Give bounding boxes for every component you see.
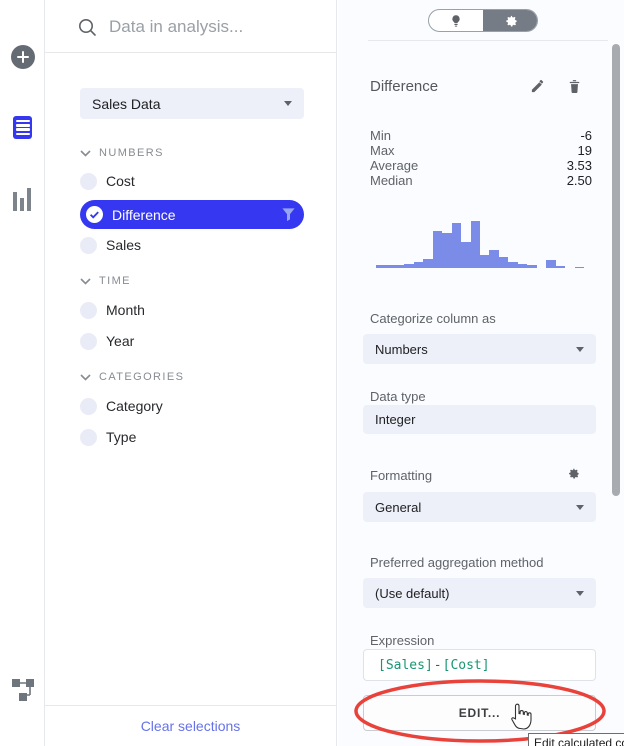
formatting-select[interactable]: General bbox=[363, 492, 596, 522]
recommendations-toggle[interactable] bbox=[429, 10, 483, 31]
summary-statistics: Min -6 Max 19 Average 3.53 Median 2.50 bbox=[370, 128, 592, 188]
column-item-category[interactable]: Category bbox=[80, 392, 163, 420]
aggregation-label: Preferred aggregation method bbox=[370, 555, 543, 570]
data-canvas-icon bbox=[11, 677, 35, 702]
stat-value: -6 bbox=[580, 128, 592, 143]
datatype-label: Data type bbox=[370, 389, 426, 404]
lightbulb-icon bbox=[449, 14, 463, 28]
aggregation-select[interactable]: (Use default) bbox=[363, 578, 596, 608]
check-circle-icon bbox=[86, 206, 103, 223]
column-label: Month bbox=[106, 302, 145, 318]
formatting-value: General bbox=[375, 500, 421, 515]
edit-pencil-icon[interactable] bbox=[530, 79, 545, 94]
search-bar bbox=[45, 0, 336, 53]
expression-operator-token: - bbox=[433, 658, 443, 673]
column-bullet bbox=[80, 398, 97, 415]
column-bullet bbox=[80, 302, 97, 319]
column-title: Difference bbox=[370, 78, 438, 95]
tooltip: Edit calculated co bbox=[528, 733, 624, 746]
expression-column-token: [Cost] bbox=[443, 658, 490, 673]
chevron-down-icon bbox=[576, 505, 584, 510]
stat-row: Min -6 bbox=[370, 128, 592, 143]
visualization-types-button[interactable] bbox=[0, 187, 45, 211]
formatting-label: Formatting bbox=[370, 468, 432, 483]
trash-icon[interactable] bbox=[567, 79, 582, 95]
section-label: NUMBERS bbox=[99, 147, 164, 159]
bar-chart-icon bbox=[13, 187, 32, 211]
column-label: Cost bbox=[106, 173, 135, 189]
data-table-selector[interactable]: Sales Data bbox=[80, 88, 304, 119]
formatting-gear-icon[interactable] bbox=[566, 466, 580, 480]
data-list-icon bbox=[13, 116, 32, 139]
column-bullet bbox=[80, 333, 97, 350]
panel-footer: Clear selections bbox=[45, 705, 336, 746]
categorize-label: Categorize column as bbox=[370, 311, 496, 326]
column-label: Type bbox=[106, 429, 136, 445]
column-bullet bbox=[80, 173, 97, 190]
expression-column-token: [Sales] bbox=[378, 658, 433, 673]
datatype-value: Integer bbox=[375, 412, 415, 427]
stat-value: 2.50 bbox=[567, 173, 592, 188]
divider bbox=[368, 40, 608, 41]
chevron-down-icon bbox=[284, 101, 292, 106]
column-item-month[interactable]: Month bbox=[80, 296, 145, 324]
column-label: Year bbox=[106, 333, 134, 349]
chevron-down-icon bbox=[80, 374, 91, 381]
column-item-year[interactable]: Year bbox=[80, 327, 134, 355]
stat-label: Median bbox=[370, 173, 413, 188]
column-label: Difference bbox=[112, 207, 176, 223]
data-in-analysis-tab[interactable] bbox=[0, 116, 45, 139]
left-icon-rail bbox=[0, 0, 45, 746]
chevron-down-icon bbox=[576, 347, 584, 352]
search-input[interactable] bbox=[109, 12, 309, 42]
stat-value: 3.53 bbox=[567, 158, 592, 173]
plus-icon bbox=[11, 45, 35, 69]
gear-icon bbox=[503, 13, 518, 28]
properties-toggle[interactable] bbox=[483, 10, 537, 31]
column-details-panel: Difference Min -6 Max 19 bbox=[338, 0, 624, 746]
column-item-type[interactable]: Type bbox=[80, 423, 136, 451]
stat-row: Average 3.53 bbox=[370, 158, 592, 173]
expression-label: Expression bbox=[370, 633, 434, 648]
stat-label: Average bbox=[370, 158, 418, 173]
chevron-down-icon bbox=[80, 150, 91, 157]
section-label: CATEGORIES bbox=[99, 371, 184, 383]
column-item-sales[interactable]: Sales bbox=[80, 231, 141, 259]
section-header-numbers[interactable]: NUMBERS bbox=[80, 143, 164, 163]
panel-mode-toggle bbox=[428, 9, 538, 32]
stat-row: Median 2.50 bbox=[370, 173, 592, 188]
data-panel: Sales Data NUMBERS Cost Difference Sales bbox=[45, 0, 337, 746]
histogram bbox=[376, 219, 584, 268]
app-window: Sales Data NUMBERS Cost Difference Sales bbox=[0, 0, 624, 746]
add-data-button[interactable] bbox=[0, 45, 45, 69]
column-item-cost[interactable]: Cost bbox=[80, 167, 135, 195]
column-label: Sales bbox=[106, 237, 141, 253]
filter-funnel-icon[interactable] bbox=[281, 207, 296, 222]
data-canvas-button[interactable] bbox=[0, 677, 45, 702]
stat-label: Max bbox=[370, 143, 395, 158]
column-bullet bbox=[80, 237, 97, 254]
column-bullet bbox=[80, 429, 97, 446]
column-label: Category bbox=[106, 398, 163, 414]
datatype-field: Integer bbox=[363, 405, 596, 434]
categorize-select[interactable]: Numbers bbox=[363, 334, 596, 364]
data-table-name: Sales Data bbox=[92, 96, 160, 112]
scrollbar-thumb[interactable] bbox=[612, 44, 620, 496]
edit-expression-button[interactable]: EDIT... bbox=[363, 695, 596, 731]
chevron-down-icon bbox=[80, 278, 91, 285]
aggregation-value: (Use default) bbox=[375, 586, 449, 601]
section-header-time[interactable]: TIME bbox=[80, 271, 131, 291]
expression-field[interactable]: [Sales] - [Cost] bbox=[363, 649, 596, 681]
column-item-difference-selected[interactable]: Difference bbox=[80, 200, 304, 229]
section-label: TIME bbox=[99, 275, 131, 287]
stat-value: 19 bbox=[578, 143, 592, 158]
chevron-down-icon bbox=[576, 591, 584, 596]
search-icon bbox=[78, 18, 97, 37]
stat-row: Max 19 bbox=[370, 143, 592, 158]
categorize-value: Numbers bbox=[375, 342, 428, 357]
stat-label: Min bbox=[370, 128, 391, 143]
section-header-categories[interactable]: CATEGORIES bbox=[80, 367, 184, 387]
clear-selections-link[interactable]: Clear selections bbox=[141, 718, 241, 734]
